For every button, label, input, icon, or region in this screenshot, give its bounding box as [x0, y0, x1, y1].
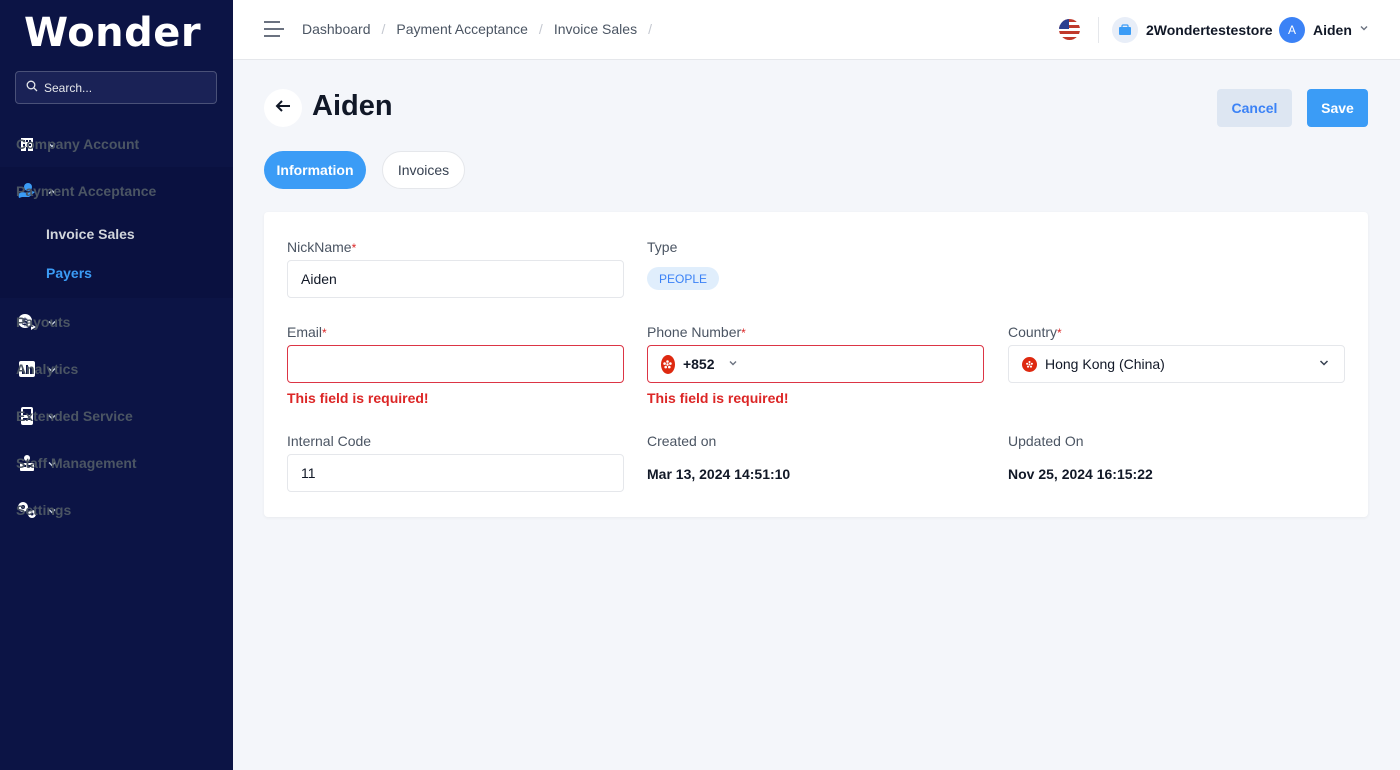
- sidebar-item-label: Company Account: [16, 135, 140, 152]
- country-value: Hong Kong (China): [1045, 356, 1165, 372]
- sidebar-item-settings[interactable]: Settings: [0, 486, 233, 533]
- phone-field[interactable]: +852: [647, 345, 984, 383]
- hong-kong-flag-icon: [1022, 356, 1037, 372]
- type-label: Type: [647, 239, 678, 255]
- sidebar-subitem-payers[interactable]: Payers: [0, 253, 233, 292]
- sidebar-search[interactable]: [15, 71, 217, 104]
- nickname-input[interactable]: [301, 271, 623, 287]
- user-name: Aiden: [1313, 22, 1352, 38]
- user-menu[interactable]: A Aiden: [1279, 17, 1370, 43]
- wonder-logo[interactable]: Wonder: [24, 10, 201, 56]
- breadcrumb: Dashboard / Payment Acceptance / Invoice…: [302, 21, 663, 37]
- sidebar-item-payment-acceptance[interactable]: Payment Acceptance: [0, 167, 233, 214]
- sidebar-item-company-account[interactable]: Company Account: [0, 120, 233, 167]
- email-label: Email*: [287, 324, 327, 340]
- store-name: 2Wondertestestore: [1146, 22, 1273, 38]
- sidebar-item-extended-service[interactable]: Extended Service: [0, 392, 233, 439]
- arrow-left-icon: [275, 99, 291, 118]
- phone-input[interactable]: [746, 356, 983, 372]
- sidebar-item-analytics[interactable]: Analytics: [0, 345, 233, 392]
- sidebar: Wonder Company Account Payment Acceptanc…: [0, 0, 233, 770]
- sidebar-item-label: Payment Acceptance: [16, 182, 157, 199]
- search-icon: [26, 79, 38, 97]
- nickname-label: NickName*: [287, 239, 357, 255]
- tab-information[interactable]: Information: [264, 151, 366, 189]
- nickname-field[interactable]: [287, 260, 624, 298]
- sidebar-item-label: Analytics: [16, 360, 79, 377]
- chevron-down-icon: [1358, 21, 1370, 39]
- created-on-label: Created on: [647, 433, 717, 449]
- payer-info-card: NickName* Type PEOPLE Email* This field …: [264, 212, 1368, 517]
- hong-kong-flag-icon: [661, 354, 675, 374]
- email-error: This field is required!: [287, 390, 429, 406]
- sidebar-nav: Company Account Payment Acceptance Invoi…: [0, 120, 233, 533]
- search-input[interactable]: [44, 80, 204, 95]
- cancel-button[interactable]: Cancel: [1217, 89, 1292, 127]
- email-field[interactable]: [287, 345, 624, 383]
- menu-toggle-icon[interactable]: [263, 19, 287, 41]
- us-flag-icon[interactable]: [1059, 19, 1080, 40]
- phone-error: This field is required!: [647, 390, 789, 406]
- sidebar-item-label: Payouts: [16, 313, 71, 330]
- breadcrumb-separator: /: [381, 21, 386, 37]
- country-label: Country*: [1008, 324, 1062, 340]
- type-badge: PEOPLE: [647, 267, 720, 290]
- avatar: A: [1279, 17, 1305, 43]
- internal-code-label: Internal Code: [287, 433, 372, 449]
- breadcrumb-payment-acceptance[interactable]: Payment Acceptance: [396, 21, 528, 37]
- chevron-down-icon[interactable]: [727, 356, 739, 372]
- created-on-value: Mar 13, 2024 14:51:10: [647, 466, 791, 482]
- email-input[interactable]: [301, 356, 623, 372]
- chevron-down-icon: [1318, 356, 1330, 372]
- country-select[interactable]: Hong Kong (China): [1008, 345, 1345, 383]
- internal-code-field[interactable]: [287, 454, 624, 492]
- save-button[interactable]: Save: [1307, 89, 1368, 127]
- updated-on-label: Updated On: [1008, 433, 1084, 449]
- internal-code-input[interactable]: [301, 465, 623, 481]
- breadcrumb-invoice-sales[interactable]: Invoice Sales: [554, 21, 637, 37]
- sidebar-item-label: Extended Service: [16, 407, 133, 424]
- updated-on-value: Nov 25, 2024 16:15:22: [1008, 466, 1153, 482]
- sidebar-item-staff-management[interactable]: Staff Management: [0, 439, 233, 486]
- topbar: Dashboard / Payment Acceptance / Invoice…: [233, 0, 1400, 60]
- phone-label: Phone Number*: [647, 324, 746, 340]
- breadcrumb-dashboard[interactable]: Dashboard: [302, 21, 371, 37]
- sidebar-item-payouts[interactable]: $ Payouts: [0, 298, 233, 345]
- tab-invoices[interactable]: Invoices: [382, 151, 465, 189]
- topbar-divider: [1098, 17, 1099, 43]
- page-title: Aiden: [312, 90, 393, 122]
- payment-acceptance-group: Payment Acceptance Invoice Sales Payers: [0, 167, 233, 298]
- sidebar-item-label: Settings: [16, 501, 72, 518]
- store-icon: [1112, 17, 1138, 43]
- sidebar-subitem-invoice-sales[interactable]: Invoice Sales: [0, 214, 233, 253]
- phone-country-code[interactable]: +852: [683, 356, 715, 372]
- breadcrumb-separator: /: [648, 21, 652, 37]
- store-switcher[interactable]: 2Wondertestestore: [1112, 17, 1273, 43]
- sidebar-item-label: Staff Management: [16, 454, 137, 471]
- back-button[interactable]: [264, 89, 302, 127]
- breadcrumb-separator: /: [538, 21, 543, 37]
